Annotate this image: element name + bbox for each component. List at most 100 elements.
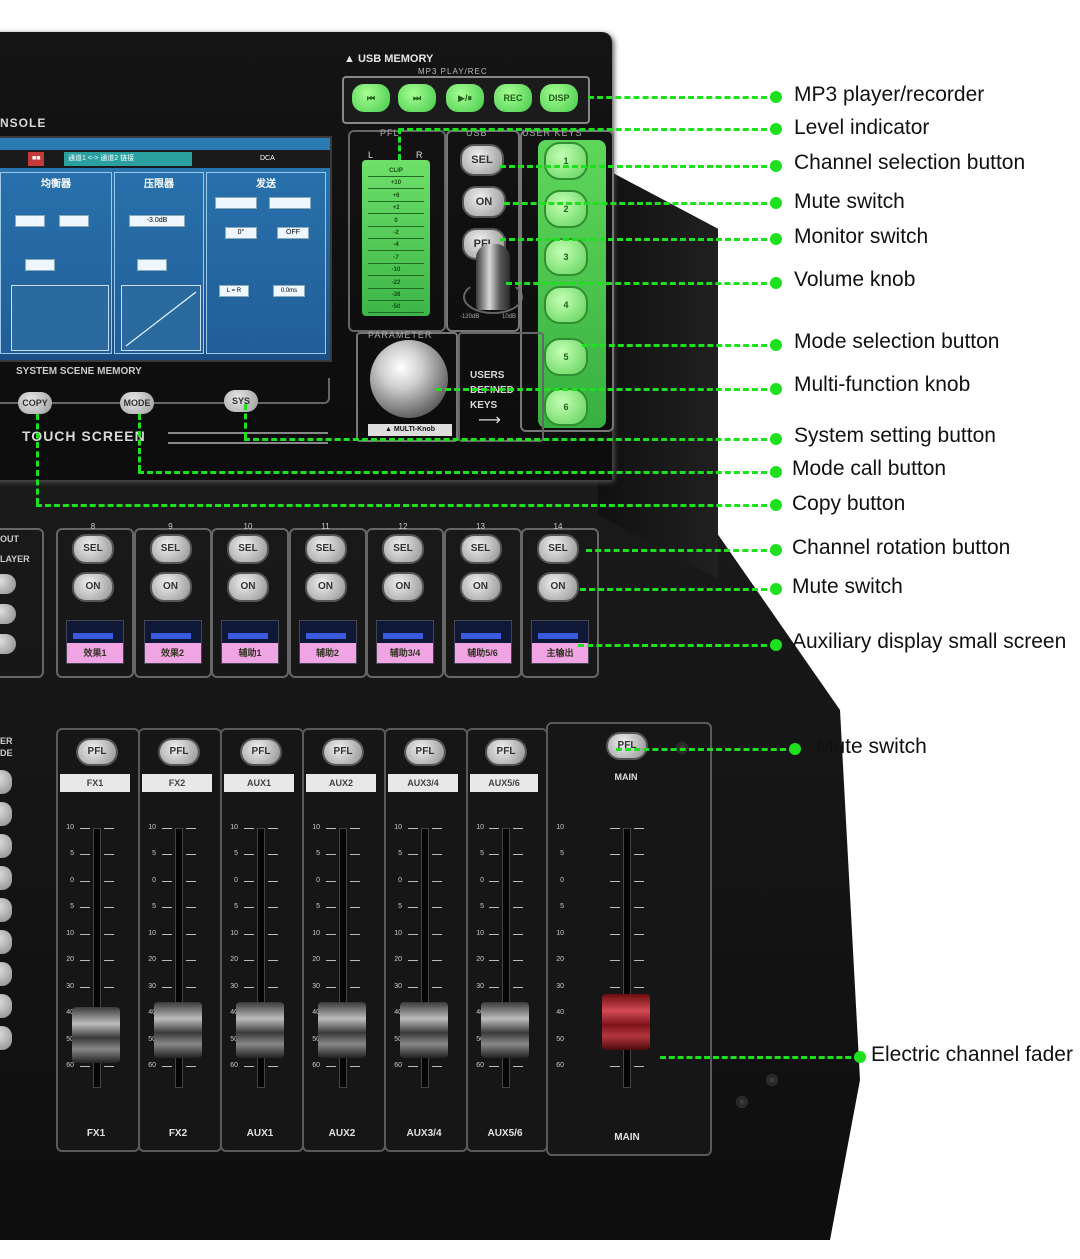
mini-screen-dca-bar xyxy=(538,633,578,639)
fader-tick xyxy=(268,1066,278,1067)
fader-tick xyxy=(408,854,418,856)
channel-on-button[interactable]: ON xyxy=(382,572,424,602)
channel-on-button[interactable]: ON xyxy=(227,572,269,602)
fader-scale-label: 10 xyxy=(66,929,74,937)
fader-tick xyxy=(186,828,196,829)
fader-tick xyxy=(326,907,336,909)
leader-line xyxy=(244,438,776,441)
mp3-disp-button[interactable]: DISP xyxy=(540,84,578,112)
user-key-1[interactable]: 1 xyxy=(544,142,588,180)
auxiliary-mini-screen: 辅助2 xyxy=(298,620,357,664)
fader-cap[interactable] xyxy=(602,994,650,1051)
screen-tab-mute[interactable]: ■■ xyxy=(28,152,45,166)
fader-pfl-button[interactable]: PFL xyxy=(606,732,648,760)
channel-sel-button[interactable]: SEL xyxy=(459,534,502,564)
fader-scale-label: 10 xyxy=(66,824,74,831)
fader-pfl-button[interactable]: PFL xyxy=(322,738,364,766)
channel-sel-button[interactable]: SEL xyxy=(227,534,269,564)
channel-sel-button[interactable]: SEL xyxy=(382,534,424,564)
usb-memory-label: ▲ USB MEMORY xyxy=(344,53,434,65)
user-key-2[interactable]: 2 xyxy=(544,190,588,228)
screen-panel-eq-title: 均衡器 xyxy=(41,179,71,190)
fader-tick xyxy=(634,1066,644,1067)
fader-tick xyxy=(268,907,278,909)
user-key-4[interactable]: 4 xyxy=(544,286,588,324)
fader-cap[interactable] xyxy=(236,1002,284,1059)
meter-row xyxy=(368,200,424,202)
fader-pfl-button[interactable]: PFL xyxy=(485,738,527,766)
screen-tab-dca[interactable]: DCA xyxy=(256,152,279,166)
channel-on-button[interactable]: ON xyxy=(537,572,579,602)
mini-screen-label: 辅助3/4 xyxy=(377,643,433,663)
fader-cap[interactable] xyxy=(154,1002,202,1059)
channel-on-button[interactable]: ON xyxy=(72,572,114,602)
fader-scale-label: 5 xyxy=(234,850,238,858)
channel-sel-button[interactable]: SEL xyxy=(149,534,192,564)
screen-send-left[interactable] xyxy=(215,197,257,209)
fader-scale-label: 20 xyxy=(312,956,320,964)
screen-send-phase[interactable]: 0° xyxy=(225,227,257,239)
fader-cap[interactable] xyxy=(318,1002,366,1059)
user-key-3[interactable]: 3 xyxy=(544,238,588,276)
fader-tick xyxy=(432,1066,442,1067)
leader-dot xyxy=(770,123,782,135)
leader-line xyxy=(660,1056,860,1059)
screen-comp-threshold[interactable]: -3.0dB xyxy=(129,215,185,227)
fader-tick xyxy=(634,986,644,988)
fader-tick xyxy=(408,880,418,882)
usb-on-button[interactable]: ON xyxy=(462,186,506,218)
touch-screen[interactable]: ■■ 通道1 <-> 通道2 链接 DCA 均衡器 压限器 -3.0dB 发送 … xyxy=(0,136,332,362)
screen-send-feedback[interactable]: OFF xyxy=(277,227,309,239)
fader-pfl-button[interactable]: PFL xyxy=(158,738,200,766)
mp3-next-button[interactable]: ⏭ xyxy=(398,84,436,112)
channel-sel-button[interactable]: SEL xyxy=(537,534,579,564)
screen-eq-box-1[interactable] xyxy=(15,215,45,227)
screen-eq-box-2[interactable] xyxy=(59,215,89,227)
leader-line-vertical xyxy=(398,128,401,160)
fader-name-bar: FX2 xyxy=(142,774,212,792)
volume-knob[interactable] xyxy=(476,244,510,310)
meter-label: 0 xyxy=(394,217,398,224)
screen-comp-box[interactable] xyxy=(137,259,167,271)
channel-strip-number: 10 xyxy=(243,522,253,531)
mp3-rec-button[interactable]: REC xyxy=(494,84,532,112)
copy-button[interactable]: COPY xyxy=(18,392,52,414)
auxiliary-mini-screen: 主输出 xyxy=(531,620,589,664)
left-edge-panel xyxy=(0,528,44,678)
sys-button[interactable]: SYS xyxy=(224,390,258,412)
channel-on-button[interactable]: ON xyxy=(304,572,347,602)
multi-function-knob[interactable] xyxy=(370,340,448,418)
callout-channel-selection: Channel selection button xyxy=(794,151,1026,174)
fader-cap[interactable] xyxy=(481,1002,529,1059)
channel-sel-button[interactable]: SEL xyxy=(72,534,114,564)
usb-memory-text: USB MEMORY xyxy=(357,53,434,65)
leader-line xyxy=(504,202,776,205)
fader-scale-label: 10 xyxy=(230,929,238,937)
left-edge-out-label: OUT xyxy=(0,534,19,544)
screen-send-delay[interactable]: 0.0ms xyxy=(273,285,305,297)
leader-dot xyxy=(770,499,782,511)
fader-cap[interactable] xyxy=(400,1002,448,1059)
fader-tick xyxy=(244,880,254,882)
screen-send-balance[interactable]: L = R xyxy=(219,285,249,297)
usb-sel-button[interactable]: SEL xyxy=(460,144,504,176)
screen-eq-box-3[interactable] xyxy=(25,259,55,271)
fader-pfl-button[interactable]: PFL xyxy=(76,738,118,766)
mp3-prev-button[interactable]: ⏮ xyxy=(352,84,390,112)
channel-sel-button[interactable]: SEL xyxy=(304,534,347,564)
fader-tick xyxy=(432,960,442,962)
screen-panel-send: 发送 0° OFF L = R 0.0ms xyxy=(206,172,326,354)
mode-button[interactable]: MODE xyxy=(120,392,154,414)
user-key-6[interactable]: 6 xyxy=(544,388,588,426)
fader-tick xyxy=(634,907,644,909)
screen-tab-link[interactable]: 通道1 <-> 通道2 链接 xyxy=(64,152,192,166)
fader-cap[interactable] xyxy=(72,1007,120,1064)
channel-on-button[interactable]: ON xyxy=(149,572,192,602)
fader-tick xyxy=(610,854,620,856)
channel-on-button[interactable]: ON xyxy=(459,572,502,602)
fader-pfl-button[interactable]: PFL xyxy=(240,738,282,766)
mp3-play-pause-button[interactable]: ▶/⏸ xyxy=(446,84,484,112)
fader-pfl-button[interactable]: PFL xyxy=(404,738,446,766)
screen-send-right[interactable] xyxy=(269,197,311,209)
volume-scale-max: 10dB xyxy=(502,314,517,320)
